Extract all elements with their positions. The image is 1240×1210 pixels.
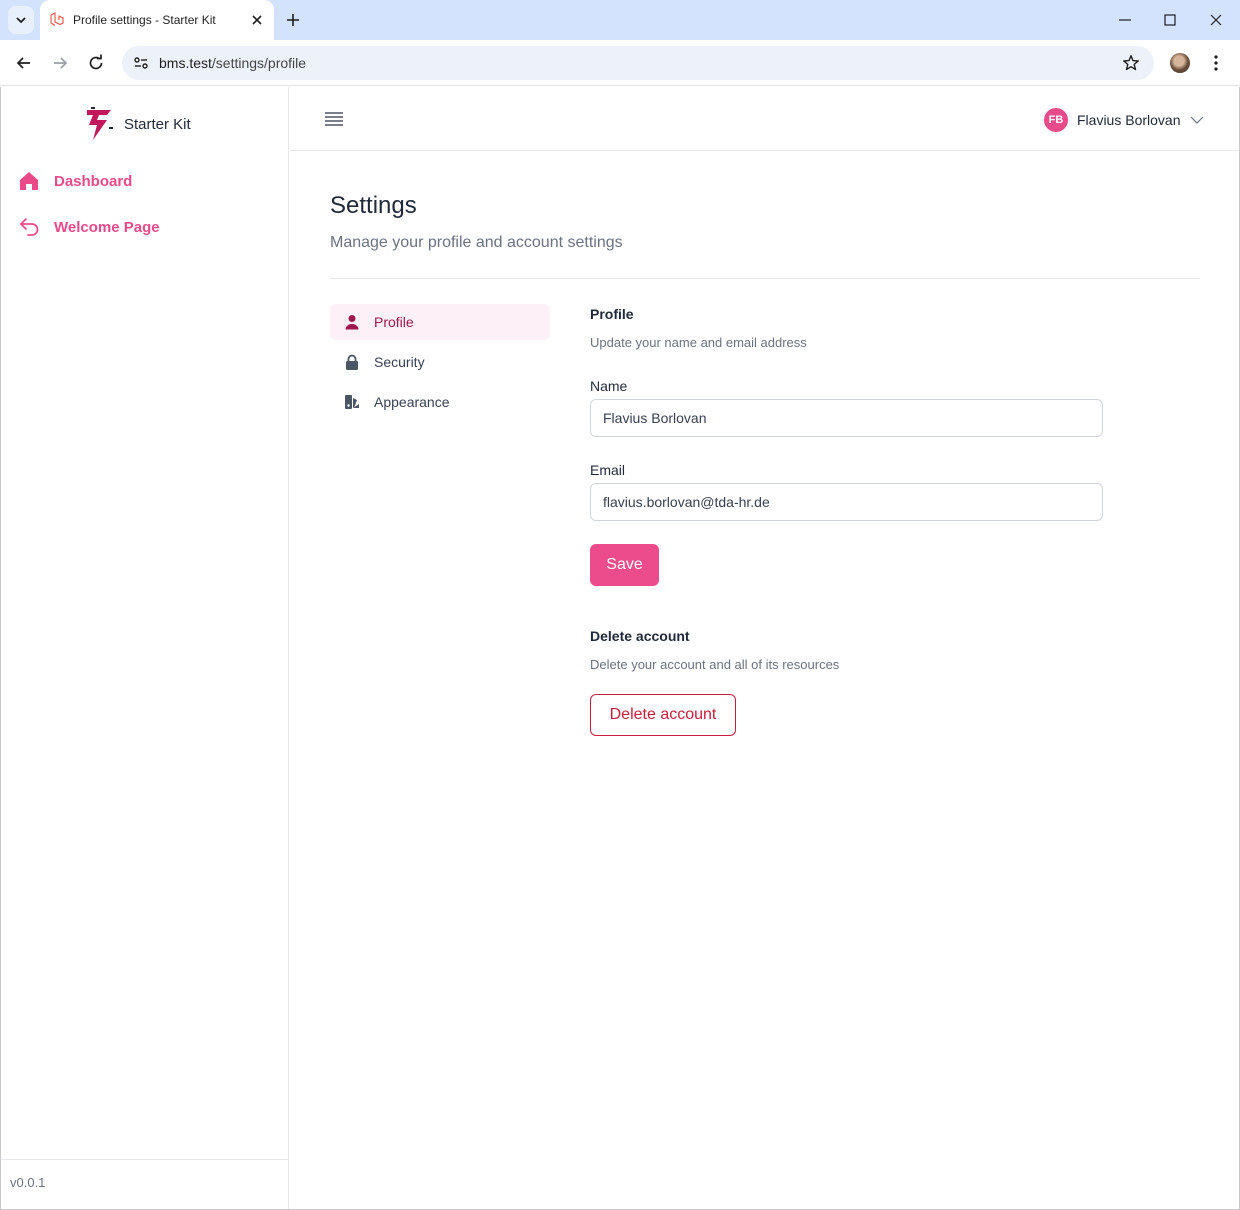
version-label: v0.0.1 bbox=[10, 1175, 46, 1190]
url-text: bms.test/settings/profile bbox=[159, 55, 306, 71]
url-host: bms.test bbox=[159, 55, 212, 71]
more-vertical-icon[interactable] bbox=[1208, 53, 1224, 73]
profile-section-title: Profile bbox=[590, 306, 634, 322]
browser-toolbar: bms.test/settings/profile bbox=[0, 40, 1240, 86]
delete-account-title: Delete account bbox=[590, 628, 690, 644]
settings-nav-label: Profile bbox=[374, 314, 414, 330]
sidebar-footer: v0.0.1 bbox=[1, 1159, 288, 1209]
avatar: FB bbox=[1044, 108, 1068, 132]
delete-account-button[interactable]: Delete account bbox=[590, 694, 736, 736]
user-icon bbox=[345, 315, 359, 330]
email-field[interactable] bbox=[590, 483, 1103, 521]
reload-icon[interactable] bbox=[86, 53, 106, 73]
brand[interactable]: Starter Kit bbox=[85, 104, 191, 144]
tab-search-button[interactable] bbox=[8, 6, 34, 34]
close-window-icon[interactable] bbox=[1208, 12, 1224, 28]
user-name: Flavius Borlovan bbox=[1077, 112, 1181, 128]
user-menu[interactable]: FB Flavius Borlovan bbox=[1044, 107, 1204, 133]
browser-tab-active[interactable]: Profile settings - Starter Kit bbox=[40, 0, 274, 40]
divider bbox=[330, 278, 1200, 279]
star-icon[interactable] bbox=[1122, 54, 1140, 72]
minimize-icon[interactable] bbox=[1117, 12, 1133, 28]
home-icon bbox=[20, 172, 38, 190]
browser-tab-strip: Profile settings - Starter Kit bbox=[0, 0, 1240, 40]
sidebar-item-dashboard[interactable]: Dashboard bbox=[17, 166, 132, 196]
profile-section-description: Update your name and email address bbox=[590, 335, 807, 350]
settings-nav-label: Appearance bbox=[374, 394, 450, 410]
lightning-logo-icon bbox=[87, 107, 113, 140]
save-button[interactable]: Save bbox=[590, 544, 659, 586]
lock-icon bbox=[346, 354, 358, 370]
sidebar: Starter Kit Dashboard Welcome Page v0.0.… bbox=[1, 87, 289, 1209]
site-settings-icon[interactable] bbox=[132, 54, 150, 72]
hamburger-menu-icon[interactable] bbox=[323, 108, 345, 130]
page-subtitle: Manage your profile and account settings bbox=[330, 234, 623, 251]
palette-icon bbox=[345, 395, 359, 409]
back-arrow-icon[interactable] bbox=[14, 53, 34, 73]
maximize-icon[interactable] bbox=[1162, 12, 1178, 28]
settings-nav-label: Security bbox=[374, 354, 425, 370]
address-bar[interactable]: bms.test/settings/profile bbox=[122, 46, 1154, 80]
laravel-icon bbox=[50, 12, 64, 26]
close-icon[interactable] bbox=[249, 12, 265, 28]
settings-nav-appearance[interactable]: Appearance bbox=[330, 384, 550, 420]
return-arrow-icon bbox=[20, 218, 39, 236]
forward-arrow-icon[interactable] bbox=[50, 53, 70, 73]
brand-name: Starter Kit bbox=[124, 115, 191, 133]
chevron-down-icon bbox=[1190, 116, 1203, 124]
settings-nav-profile[interactable]: Profile bbox=[330, 304, 550, 340]
delete-account-description: Delete your account and all of its resou… bbox=[590, 657, 840, 672]
sidebar-item-label: Welcome Page bbox=[54, 218, 160, 236]
settings-nav-security[interactable]: Security bbox=[330, 344, 550, 380]
name-field[interactable] bbox=[590, 399, 1103, 437]
email-label: Email bbox=[590, 462, 626, 478]
sidebar-item-label: Dashboard bbox=[54, 172, 133, 190]
sidebar-item-welcome-page[interactable]: Welcome Page bbox=[17, 212, 160, 242]
chevron-down-icon bbox=[16, 17, 26, 24]
app-window: Starter Kit Dashboard Welcome Page v0.0.… bbox=[0, 87, 1240, 1210]
url-path: /settings/profile bbox=[211, 55, 307, 71]
plus-icon[interactable] bbox=[284, 11, 302, 29]
tab-title: Profile settings - Starter Kit bbox=[73, 13, 216, 27]
topbar: FB Flavius Borlovan bbox=[290, 87, 1239, 151]
page-title: Settings bbox=[330, 192, 417, 219]
name-label: Name bbox=[590, 378, 628, 394]
browser-profile-avatar[interactable] bbox=[1170, 53, 1190, 73]
